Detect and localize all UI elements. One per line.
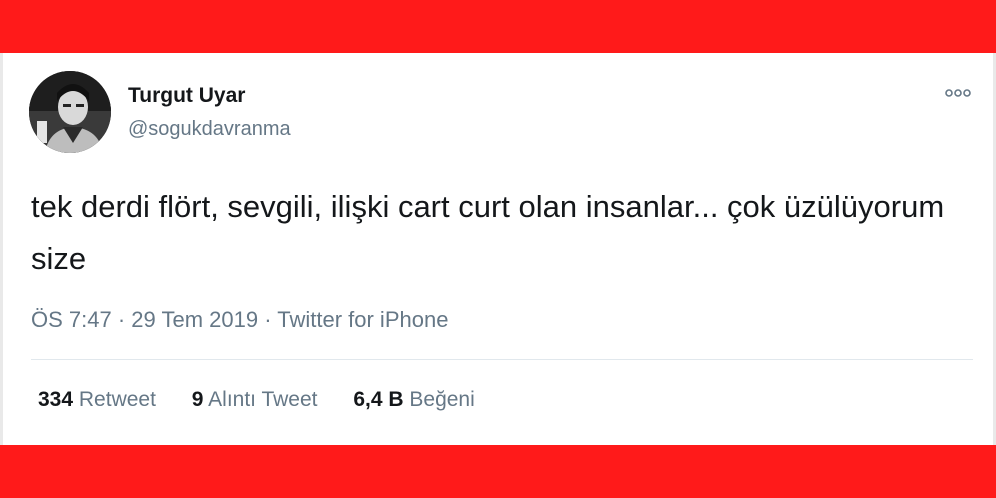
- bottom-red-banner: [0, 445, 996, 498]
- more-options-icon[interactable]: [943, 83, 973, 103]
- tweet-card: Turgut Uyar @sogukdavranma tek derdi flö…: [3, 53, 993, 445]
- divider: [31, 359, 973, 360]
- author-avatar[interactable]: [29, 71, 111, 153]
- retweets-stat[interactable]: 334 Retweet: [38, 388, 156, 412]
- meta-separator: ·: [111, 307, 132, 332]
- quotes-count: 9: [191, 388, 204, 411]
- likes-stat[interactable]: 6,4 B Beğeni: [353, 388, 474, 412]
- ellipsis-icon: [945, 89, 971, 97]
- meta-separator: ·: [258, 307, 278, 332]
- retweets-label: Retweet: [78, 388, 156, 411]
- tweet-source[interactable]: Twitter for iPhone: [277, 307, 448, 332]
- likes-label: Beğeni: [409, 388, 475, 411]
- tweet-text: tek derdi flört, sevgili, ilişki cart cu…: [31, 189, 945, 276]
- quotes-stat[interactable]: 9 Alıntı Tweet: [192, 388, 318, 412]
- tweet-meta: ÖS 7:47 · 29 Tem 2019 · Twitter for iPho…: [31, 307, 448, 333]
- retweets-count: 334: [38, 388, 74, 411]
- tweet-stats: 334 Retweet 9 Alıntı Tweet 6,4 B Beğeni: [38, 388, 505, 412]
- author-handle[interactable]: @sogukdavranma: [128, 118, 291, 141]
- likes-count: 6,4 B: [353, 388, 404, 411]
- tweet-time[interactable]: ÖS 7:47: [31, 307, 112, 332]
- author-display-name[interactable]: Turgut Uyar: [128, 84, 245, 108]
- quotes-label: Alıntı Tweet: [208, 388, 318, 411]
- tweet-date[interactable]: 29 Tem 2019: [131, 307, 258, 332]
- screenshot-frame: Turgut Uyar @sogukdavranma tek derdi flö…: [0, 0, 996, 498]
- top-red-banner: [0, 0, 996, 53]
- profile-photo-icon: [29, 71, 111, 153]
